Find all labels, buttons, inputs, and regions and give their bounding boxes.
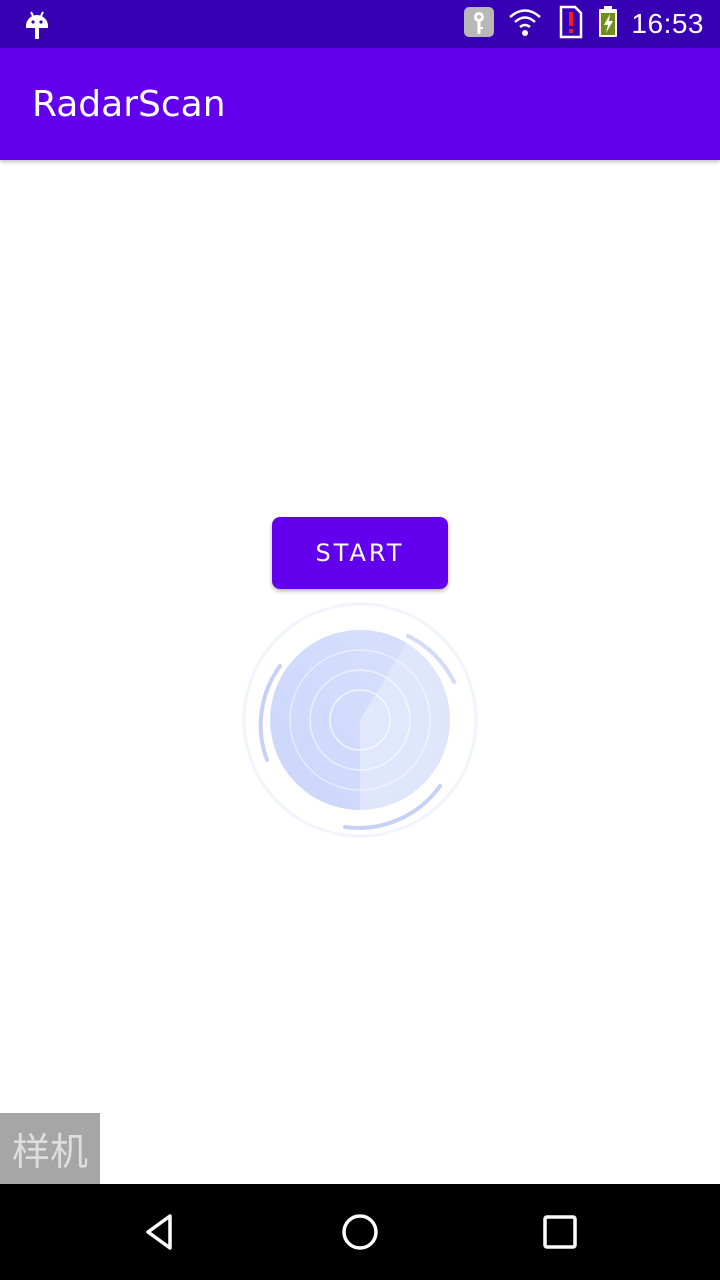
- navigation-bar: [0, 1184, 720, 1280]
- app-bar: RadarScan: [0, 48, 720, 160]
- wifi-icon: [507, 6, 543, 42]
- start-button[interactable]: START: [272, 517, 448, 589]
- android-icon: [24, 10, 50, 40]
- status-time: 16:53: [631, 8, 704, 39]
- key-icon: [463, 6, 495, 42]
- status-bar: 16:53: [0, 0, 720, 48]
- status-icons: 16:53: [463, 0, 704, 48]
- radar-scan-view: [240, 600, 480, 840]
- back-icon[interactable]: [132, 1204, 188, 1260]
- sim-alert-icon: [555, 5, 585, 43]
- battery-charging-icon: [597, 5, 619, 43]
- app-title: RadarScan: [32, 84, 226, 125]
- device-watermark: 样机: [0, 1113, 100, 1184]
- home-icon[interactable]: [332, 1204, 388, 1260]
- recents-icon[interactable]: [532, 1204, 588, 1260]
